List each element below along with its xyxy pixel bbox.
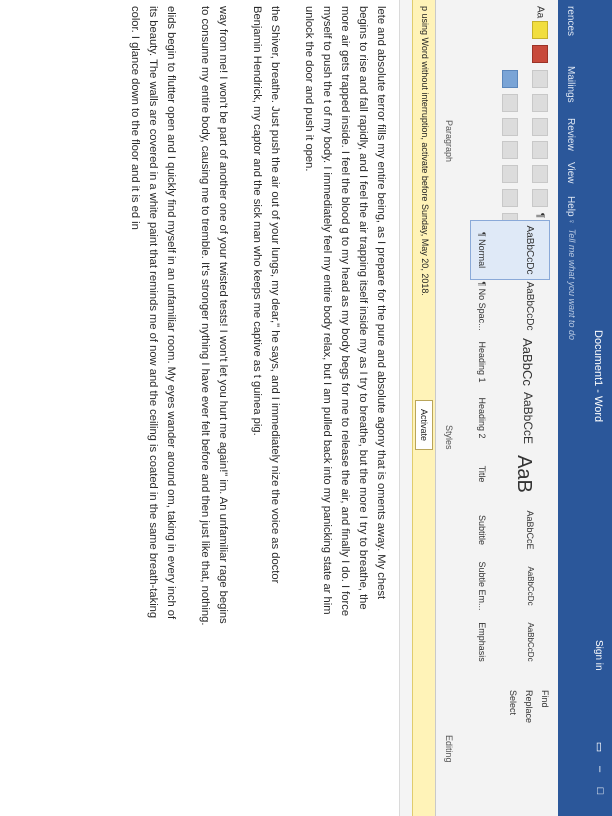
style-tile[interactable]: AaB Title [470,444,550,504]
activate-button[interactable]: Activate [415,400,433,451]
style-sample: AaB [513,455,535,493]
style-name: Heading 2 [477,397,487,439]
ribbon: Aa ¶ Paragraph AaBbCcDc ¶ Normal AaBbCcDc ¶… [435,0,558,816]
bullets-icon[interactable] [532,70,548,88]
sort-icon[interactable] [532,188,548,207]
align-right-icon[interactable] [502,117,518,136]
styles-gallery: AaBbCcDc ¶ Normal AaBbCcDc ¶ No Spac... AaBb… [458,220,550,670]
ribbon-display-icon[interactable]: ▭ [592,740,606,754]
find-button[interactable]: Find [540,690,550,800]
tab-help[interactable]: Help [565,196,576,217]
style-name: Subtle Em... [477,561,487,611]
window-title: Document1 - Word [592,330,604,423]
align-left-icon[interactable] [502,70,518,88]
align-center-icon[interactable] [502,93,518,112]
document-area[interactable]: lete and absolute terror fills my entire… [0,0,412,816]
shading-icon[interactable] [502,188,518,207]
style-sample: AaBbCcDc [524,225,535,275]
numbering-icon[interactable] [532,93,548,112]
show-paragraph-marks-button[interactable]: ¶ [534,213,545,218]
line-spacing-icon[interactable] [502,165,518,184]
style-sample: AaBbCcDc [526,566,535,606]
document-body[interactable]: lete and absolute terror fills my entire… [110,6,390,626]
style-name: Emphasis [477,622,487,662]
editing-group: Find Replace Select [502,690,550,800]
increase-indent-icon[interactable] [532,165,548,184]
tab-review[interactable]: Review [565,118,576,151]
tab-references[interactable]: rences [565,6,576,36]
style-sample: AaBbCcE [525,510,535,550]
document-paragraph[interactable]: lete and absolute terror fills my entire… [300,6,390,626]
highlight-color-icon[interactable] [532,21,548,40]
minimize-icon[interactable]: – [592,762,606,776]
activation-message: p using Word without interruption, activ… [420,6,430,296]
paragraph-row-1: ¶ [532,70,548,218]
font-row-1: Aa [532,6,548,66]
maximize-icon[interactable]: □ [592,784,606,798]
style-tile[interactable]: AaBbCcE Subtitle [470,500,550,560]
style-tile[interactable]: AaBbCcDc Emphasis [470,612,550,672]
style-sample: AaBbCcDc [524,281,535,331]
style-tile[interactable]: AaBbCc Heading 1 [470,332,550,392]
font-color-icon[interactable] [532,44,548,63]
sign-in-link[interactable]: Sign in [593,640,604,671]
ribbon-tabs: rences Mailings Review View Help ♀ Tell m… [558,0,582,816]
tell-me-box[interactable]: ♀ Tell me what you want to do [563,218,577,388]
style-sample: AaBbCcDc [526,622,535,662]
style-name: Heading 1 [477,341,487,383]
style-name: ¶ Normal [477,231,487,269]
style-name: Title [477,465,487,483]
style-tile[interactable]: AaBbCcDc ¶ No Spac... [470,276,550,336]
style-name: Subtitle [477,514,487,546]
style-tile[interactable]: AaBbCcE Heading 2 [470,388,550,448]
style-tile[interactable]: AaBbCcDc ¶ Normal [470,220,550,280]
ruler [399,0,412,816]
style-sample: AaBbCcE [521,391,535,445]
style-tile[interactable]: AaBbCcDc Subtle Em... [470,556,550,616]
replace-button[interactable]: Replace [524,690,534,800]
editing-group-label: Editing [444,735,454,763]
decrease-indent-icon[interactable] [532,141,548,160]
word-window: Document1 - Word Sign in ▭ – □ rences Ma… [0,0,612,816]
multilevel-list-icon[interactable] [532,117,548,136]
document-paragraph[interactable]: way from me! I won't be part of another … [196,6,232,626]
activation-infobar: p using Word without interruption, activ… [412,0,435,816]
lightbulb-icon: ♀ [567,218,577,225]
styles-group-label: Styles [444,425,454,450]
title-bar: Document1 - Word Sign in ▭ – □ [582,0,612,816]
paragraph-group-label: Paragraph [444,120,454,163]
document-paragraph[interactable]: the Shiver, breathe. Just push the air o… [248,6,284,626]
select-button[interactable]: Select [508,690,518,800]
style-sample: AaBbCc [520,338,535,386]
document-paragraph[interactable]: elids begin to flutter open and I quickl… [126,6,180,626]
style-name: ¶ No Spac... [477,281,487,331]
tell-me-placeholder: Tell me what you want to do [567,228,577,340]
justify-icon[interactable] [502,141,518,160]
change-case-button[interactable]: Aa [534,6,545,18]
paragraph-row-2 [502,70,518,234]
tab-view[interactable]: View [565,162,576,184]
tab-mailings[interactable]: Mailings [565,66,576,103]
